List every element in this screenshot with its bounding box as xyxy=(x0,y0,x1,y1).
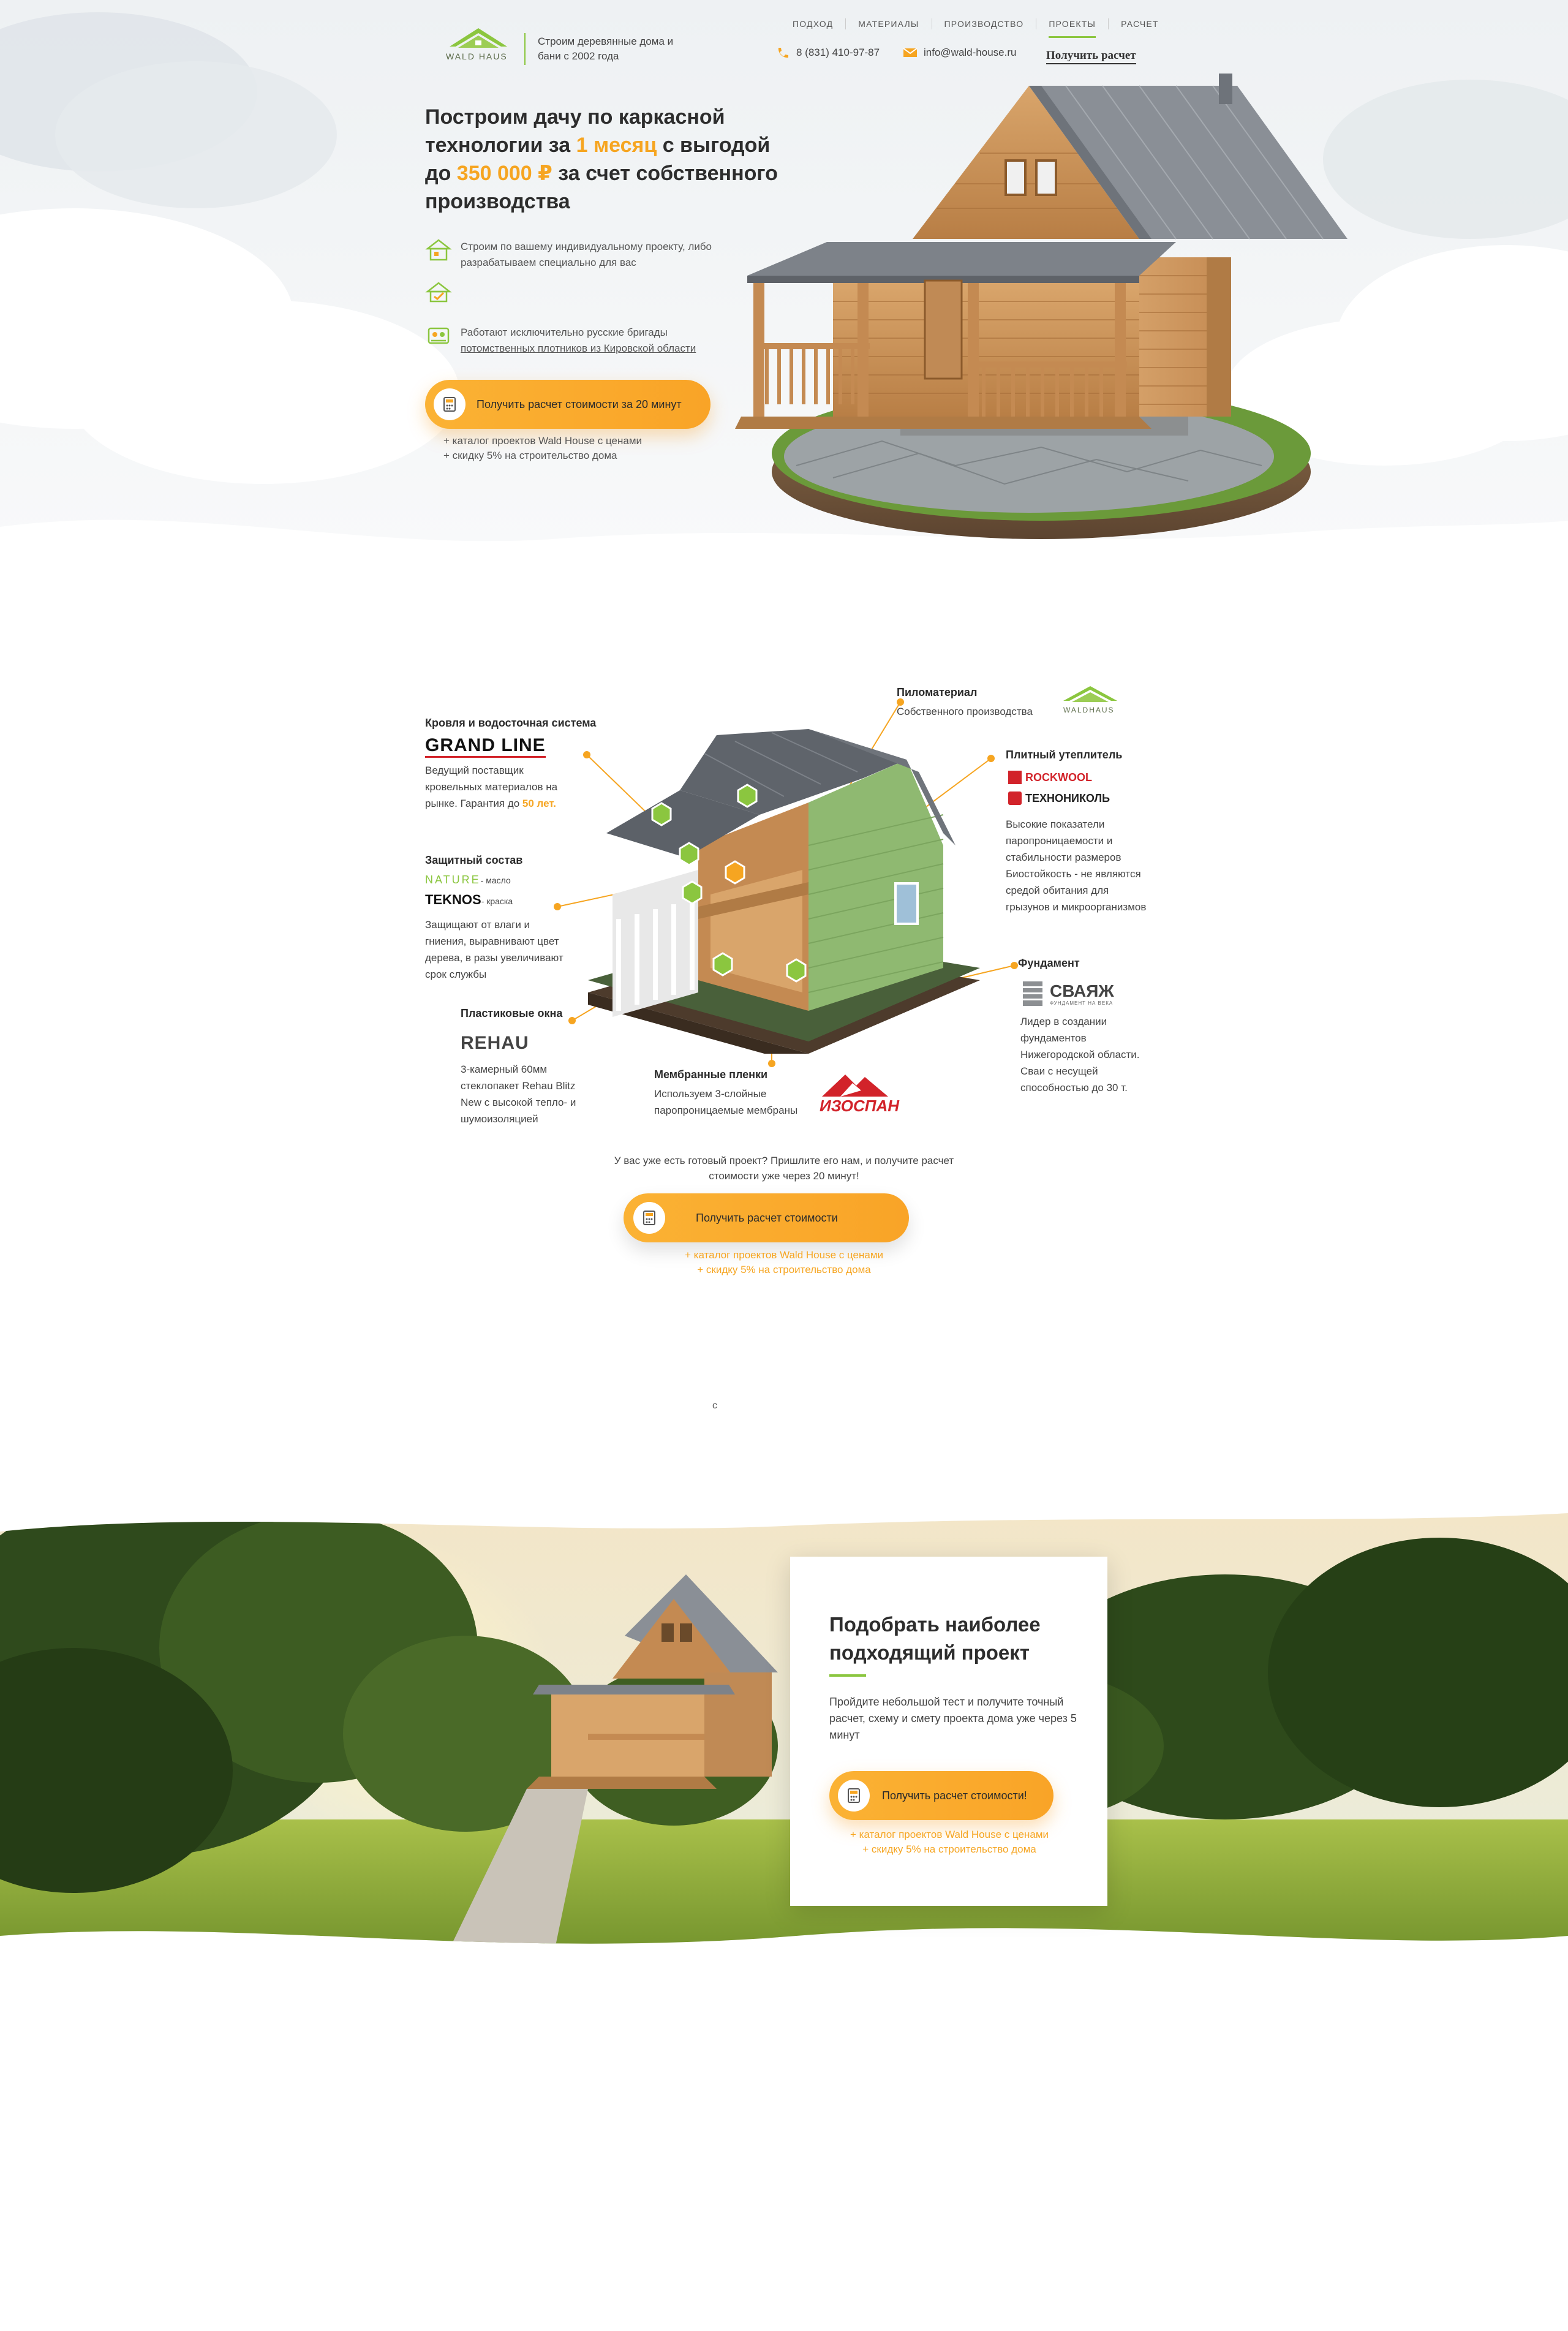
teknos-logo: TEKNOS- краска xyxy=(425,892,513,908)
nature-logo: NATURE- масло xyxy=(425,874,511,886)
feature-text: Работают исключительно русские бригады по… xyxy=(461,322,730,357)
quiz-title-underline xyxy=(829,1674,866,1677)
roof-title: Кровля и водосточная система xyxy=(425,717,597,729)
feature-item: Работают исключительно русские бригады по… xyxy=(425,322,730,357)
scheme-bonus-2: + скидку 5% на строительство дома xyxy=(697,1264,871,1275)
quiz-calc-button-label: Получить расчет стоимости! xyxy=(882,1789,1027,1802)
quiz-bonus-2: + скидку 5% на строительство дома xyxy=(862,1843,1036,1855)
phone-icon xyxy=(778,48,788,58)
windows-text: 3-камерный 60мм стеклопакет Rehau Blitz … xyxy=(461,1063,576,1125)
logo-house-icon[interactable] xyxy=(445,27,512,67)
izospan-logo: ИЗОСПАН xyxy=(820,1097,900,1115)
email-link[interactable]: info@wald-house.ru xyxy=(903,47,1016,59)
waldhaus-logo: WALDHAUS xyxy=(1063,706,1115,714)
scheme-question: У вас уже есть готовый проект? Пришлите … xyxy=(614,1155,954,1182)
svayazh-mark-icon xyxy=(1023,981,1042,1006)
scheme-calc-button[interactable]: Получить расчет стоимости xyxy=(624,1193,909,1242)
feature-text-line1: Работают исключительно русские бригады xyxy=(461,327,668,338)
membranes-text: Используем 3-слойные паропроницаемые мем… xyxy=(654,1088,798,1116)
house-plan-icon xyxy=(425,239,452,261)
foundation-title: Фундамент xyxy=(1018,957,1080,969)
scheme-calc-button-label: Получить расчет стоимости xyxy=(696,1211,838,1224)
quiz-bonus-1: + каталог проектов Wald House с ценами xyxy=(850,1829,1049,1840)
rockwool-mark-icon xyxy=(1008,771,1022,784)
insulation-title: Плитный утеплитель xyxy=(1006,749,1123,761)
insulation-text: Высокие показатели паропроницаемости и с… xyxy=(1006,818,1147,913)
tehnonikol-mark-icon xyxy=(1008,791,1022,805)
svayazh-logo: СВАЯЖ ФУНДАМЕНТ НА ВЕКА xyxy=(1020,980,1114,1007)
logo-divider xyxy=(524,33,526,65)
workers-icon xyxy=(428,327,450,344)
main-nav: ПОДХОД МАТЕРИАЛЫ ПРОИЗВОДСТВО ПРОЕКТЫ РА… xyxy=(780,18,1171,38)
scheme-bonus-1: + каталог проектов Wald House с ценами xyxy=(684,1249,884,1261)
grand-line-logo: GRAND LINE xyxy=(425,735,546,758)
teknos-logo-text: TEKNOS xyxy=(425,892,481,907)
calculator-icon xyxy=(838,1780,870,1812)
hero-title-hl1: 1 месяц xyxy=(576,134,657,157)
stray-text: с xyxy=(712,1400,717,1411)
feature-text-line2[interactable]: потомственных плотников из Кировской обл… xyxy=(461,342,696,354)
protect-text: Защищают от влаги и гниения, выравнивают… xyxy=(425,919,564,980)
feature-item: Строим по вашему индивидуальному проекту… xyxy=(425,236,730,271)
quiz-card: Подобрать наиболее подходящий проект Про… xyxy=(790,1557,1107,1906)
phone-link[interactable]: 8 (831) 410-97-87 xyxy=(775,47,880,59)
rehau-logo: REHAU xyxy=(461,1033,529,1053)
nature-banner-image xyxy=(0,1513,1568,1944)
hero-calc-button[interactable]: Получить расчет стоимости за 20 минут xyxy=(425,380,710,429)
quiz-text: Пройдите небольшой тест и получите точны… xyxy=(829,1696,1077,1741)
lumber-title: Пиломатериал xyxy=(897,686,978,698)
nav-item-projects[interactable]: ПРОЕКТЫ xyxy=(1036,18,1109,38)
calculator-icon xyxy=(633,1202,665,1234)
page: WALD HAUS Строим деревянные дома и бани … xyxy=(0,0,1568,2331)
feature-item xyxy=(425,278,730,305)
roof-text: Ведущий поставщик кровельных материалов … xyxy=(425,762,572,812)
hero-calc-button-label: Получить расчет стоимости за 20 минут xyxy=(477,398,682,410)
rockwool-logo-text: ROCKWOOL xyxy=(1025,771,1092,784)
tagline: Строим деревянные дома и бани с 2002 год… xyxy=(538,36,674,62)
hero-title-hl2: 350 000 ₽ xyxy=(456,162,552,185)
tehnonikol-logo-text: ТЕХНОНИКОЛЬ xyxy=(1025,791,1110,804)
quiz-calc-button[interactable]: Получить расчет стоимости! xyxy=(829,1771,1054,1820)
mail-icon xyxy=(903,48,918,57)
get-calc-link[interactable]: Получить расчет xyxy=(1046,49,1136,64)
feature-text xyxy=(461,278,730,281)
tehnonikol-logo: ТЕХНОНИКОЛЬ xyxy=(1008,791,1110,805)
lumber-text: Собственного производства xyxy=(897,706,1033,717)
membranes-title: Мембранные пленки xyxy=(654,1068,768,1081)
hero-bonus-1: + каталог проектов Wald House с ценами xyxy=(443,435,643,447)
phone-number: 8 (831) 410-97-87 xyxy=(796,47,880,58)
house-check-icon xyxy=(425,282,452,303)
teknos-suffix: - краска xyxy=(481,896,513,906)
logo-text: WALD HAUS xyxy=(446,51,508,61)
feature-text: Строим по вашему индивидуальному проекту… xyxy=(461,241,712,268)
nav-item-materials[interactable]: МАТЕРИАЛЫ xyxy=(846,18,932,29)
roof-text-hl: 50 лет. xyxy=(522,798,556,809)
email-address: info@wald-house.ru xyxy=(924,47,1017,58)
nav-item-calc[interactable]: РАСЧЕТ xyxy=(1109,18,1171,29)
protect-title: Защитный состав xyxy=(425,854,523,866)
nav-item-production[interactable]: ПРОИЗВОДСТВО xyxy=(932,18,1037,29)
hero-bonus-2: + скидку 5% на строительство дома xyxy=(443,450,617,461)
svayazh-logo-text: СВАЯЖ xyxy=(1050,981,1114,1000)
hero-house-image xyxy=(735,74,1348,539)
nature-suffix: - масло xyxy=(480,875,511,885)
rockwool-logo: ROCKWOOL xyxy=(1008,771,1092,784)
house-cutaway-image xyxy=(588,729,980,1054)
nav-item-approach[interactable]: ПОДХОД xyxy=(780,18,846,29)
calculator-icon xyxy=(434,388,466,420)
foundation-text: Лидер в создании фундаментов Нижегородск… xyxy=(1020,1016,1140,1094)
quiz-title: Подобрать наиболее подходящий проект xyxy=(829,1613,1041,1664)
windows-title: Пластиковые окна xyxy=(461,1007,563,1019)
nature-logo-text: NATURE xyxy=(425,874,481,886)
svayazh-logo-sub: ФУНДАМЕНТ НА ВЕКА xyxy=(1050,1000,1114,1006)
